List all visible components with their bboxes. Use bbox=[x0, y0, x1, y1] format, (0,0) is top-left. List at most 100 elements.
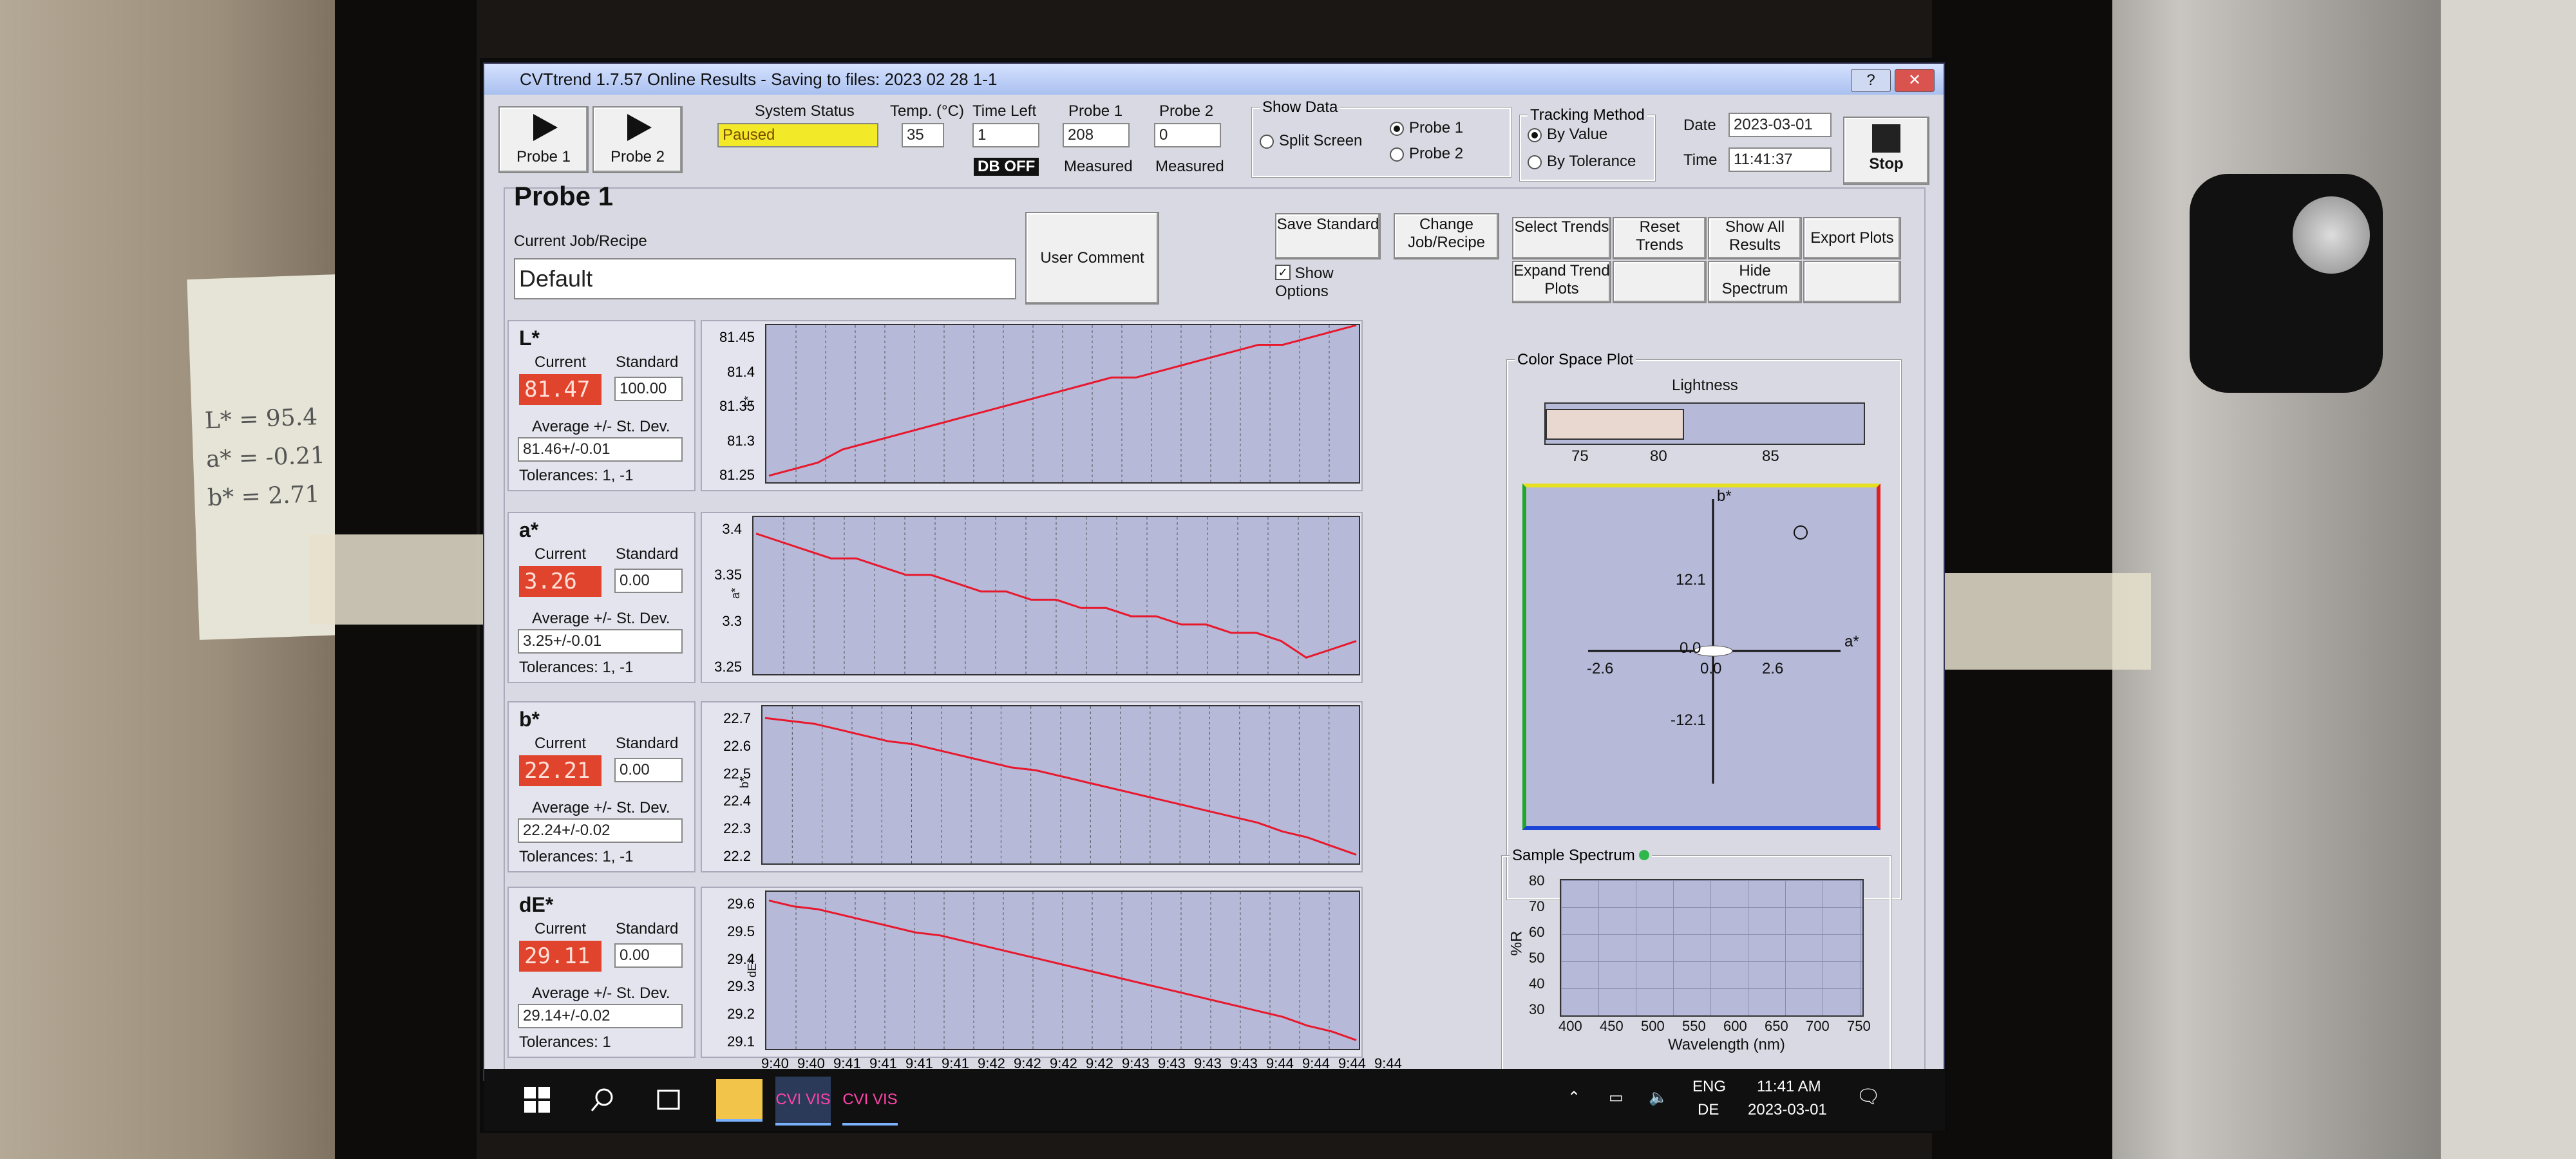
y-tick-label: 81.4 bbox=[727, 363, 755, 380]
radio-icon bbox=[1260, 134, 1274, 149]
language-eng[interactable]: ENG bbox=[1692, 1078, 1726, 1096]
radio-split-screen[interactable]: Split Screen bbox=[1260, 132, 1362, 150]
probe1-measured-label: Measured bbox=[1064, 158, 1133, 175]
metric-current-value: 22.21 bbox=[519, 755, 601, 786]
time-left-field: 1 bbox=[972, 123, 1039, 147]
color-space-title: Color Space Plot bbox=[1515, 351, 1636, 369]
notifications-icon[interactable]: 🗨 bbox=[1856, 1086, 1880, 1108]
spectrum-y-tick: 40 bbox=[1529, 975, 1545, 992]
metric-standard-value: 100.00 bbox=[614, 377, 683, 401]
metric-avg-value: 81.46+/-0.01 bbox=[518, 437, 683, 462]
metric-standard-label: Standard bbox=[616, 545, 679, 563]
metric-tolerances: Tolerances: 1, -1 bbox=[519, 848, 634, 865]
metric-current-label: Current bbox=[535, 353, 587, 371]
spectrum-x-tick: 550 bbox=[1682, 1018, 1706, 1034]
spectrum-y-tick: 80 bbox=[1529, 872, 1545, 889]
y-tick-label: 3.35 bbox=[714, 567, 742, 583]
close-button[interactable]: ✕ bbox=[1895, 69, 1935, 92]
probe1-button-label: Probe 1 bbox=[516, 148, 571, 165]
checkbox-checked-icon: ✓ bbox=[1275, 265, 1291, 280]
metric-standard-value: 0.00 bbox=[614, 758, 683, 782]
metric-name: a* bbox=[519, 518, 539, 542]
radio-probe1[interactable]: Probe 1 bbox=[1390, 119, 1463, 137]
metric-name: L* bbox=[519, 326, 540, 350]
file-explorer-icon[interactable] bbox=[716, 1079, 762, 1122]
select-trends-button[interactable]: Select Trends bbox=[1512, 217, 1611, 259]
probe1-button[interactable]: Probe 1 bbox=[498, 106, 589, 173]
user-comment-button[interactable]: User Comment bbox=[1025, 212, 1159, 305]
volume-icon[interactable]: 🔈 bbox=[1649, 1088, 1668, 1107]
radio-by-value[interactable]: By Value bbox=[1528, 126, 1607, 144]
radio-by-tolerance[interactable]: By Tolerance bbox=[1528, 153, 1636, 171]
show-options-checkbox[interactable]: ✓ Show Options bbox=[1275, 265, 1372, 301]
title-bar: CVTtrend 1.7.57 Online Results - Saving … bbox=[484, 64, 1944, 95]
empty-button-1[interactable] bbox=[1613, 261, 1707, 303]
windows-start-icon[interactable] bbox=[524, 1087, 550, 1113]
probe2-button[interactable]: Probe 2 bbox=[592, 106, 683, 173]
export-plots-button[interactable]: Export Plots bbox=[1803, 217, 1901, 259]
system-status-label: System Status bbox=[755, 102, 855, 120]
stop-button[interactable]: Stop bbox=[1843, 117, 1929, 185]
y-tick-label: 3.3 bbox=[722, 612, 742, 629]
job-field[interactable]: Default bbox=[514, 258, 1016, 299]
task-view-icon[interactable] bbox=[656, 1087, 681, 1113]
y-tick-label: 3.4 bbox=[722, 521, 742, 537]
search-icon[interactable] bbox=[590, 1087, 616, 1113]
show-data-title: Show Data bbox=[1260, 99, 1341, 117]
clock-time[interactable]: 11:41 AM bbox=[1757, 1078, 1821, 1096]
temp-label: Temp. (°C) bbox=[890, 102, 964, 120]
spectrum-x-tick: 500 bbox=[1641, 1018, 1665, 1034]
tray-chevron-icon[interactable]: ⌃ bbox=[1567, 1088, 1580, 1107]
time-field: 11:41:37 bbox=[1728, 147, 1832, 172]
y-tick-label: 22.6 bbox=[723, 737, 751, 754]
ab-plot: b* a* -2.6 0.0 2.6 12.1 -12.1 0.0 bbox=[1522, 484, 1880, 830]
empty-button-2[interactable] bbox=[1803, 261, 1901, 303]
spectrum-ylabel: %R bbox=[1508, 930, 1526, 956]
note-line-3: b* = 2.71 bbox=[207, 481, 321, 512]
y-tick-label: 81.25 bbox=[719, 467, 755, 483]
y-axis-label: b* bbox=[738, 777, 752, 789]
network-icon[interactable]: ▭ bbox=[1609, 1088, 1624, 1107]
radio-probe2[interactable]: Probe 2 bbox=[1390, 145, 1463, 163]
y-tick-label: 22.4 bbox=[723, 793, 751, 809]
time-label: Time bbox=[1683, 151, 1718, 169]
language-de[interactable]: DE bbox=[1698, 1101, 1719, 1119]
lightness-tick: 85 bbox=[1762, 448, 1779, 465]
probe2-measured-label: Measured bbox=[1155, 158, 1224, 175]
metric-name: dE* bbox=[519, 893, 554, 916]
metric-avg-label: Average +/- St. Dev. bbox=[532, 610, 670, 627]
trend-svg bbox=[764, 706, 1357, 863]
hide-spectrum-button[interactable]: Hide Spectrum bbox=[1708, 261, 1802, 303]
note-line-2: a* = -0.21 bbox=[205, 442, 326, 473]
expand-trend-plots-button[interactable]: Expand Trend Plots bbox=[1512, 261, 1611, 303]
help-button[interactable]: ? bbox=[1851, 69, 1891, 92]
trend-plot-0 bbox=[765, 324, 1360, 484]
clock-date[interactable]: 2023-03-01 bbox=[1748, 1101, 1827, 1119]
y-tick-label: 3.25 bbox=[714, 659, 742, 675]
tape-right bbox=[1945, 573, 2151, 670]
spectrum-x-tick: 650 bbox=[1765, 1018, 1788, 1034]
trend-plot-2 bbox=[761, 705, 1360, 865]
metric-avg-value: 3.25+/-0.01 bbox=[518, 629, 683, 654]
lightness-tick: 75 bbox=[1571, 448, 1589, 465]
y-tick-label: 22.2 bbox=[723, 848, 751, 864]
metric-standard-value: 0.00 bbox=[614, 569, 683, 593]
metric-current-label: Current bbox=[535, 735, 587, 752]
spectrum-y-tick: 30 bbox=[1529, 1001, 1545, 1017]
radio-icon bbox=[1528, 155, 1542, 169]
metric-standard-label: Standard bbox=[616, 735, 679, 752]
metric-panel-1: a* Current Standard 3.26 0.00 Average +/… bbox=[507, 512, 696, 683]
radio-by-value-label: By Value bbox=[1547, 126, 1608, 143]
spectrum-y-tick: 60 bbox=[1529, 924, 1545, 940]
ab-axes bbox=[1588, 499, 1841, 784]
show-all-results-button[interactable]: Show All Results bbox=[1708, 217, 1802, 259]
reset-trends-button[interactable]: Reset Trends bbox=[1613, 217, 1707, 259]
lightness-tick: 80 bbox=[1650, 448, 1667, 465]
save-standard-button[interactable]: Save Standard bbox=[1275, 213, 1381, 259]
stop-icon bbox=[1872, 124, 1900, 153]
cvi-vis-app-2[interactable]: CVI VIS bbox=[842, 1077, 898, 1126]
play-icon bbox=[627, 114, 652, 141]
change-job-button[interactable]: Change Job/Recipe bbox=[1394, 213, 1499, 259]
lightness-bar bbox=[1544, 402, 1865, 445]
cvi-vis-app-1[interactable]: CVI VIS bbox=[775, 1077, 831, 1126]
